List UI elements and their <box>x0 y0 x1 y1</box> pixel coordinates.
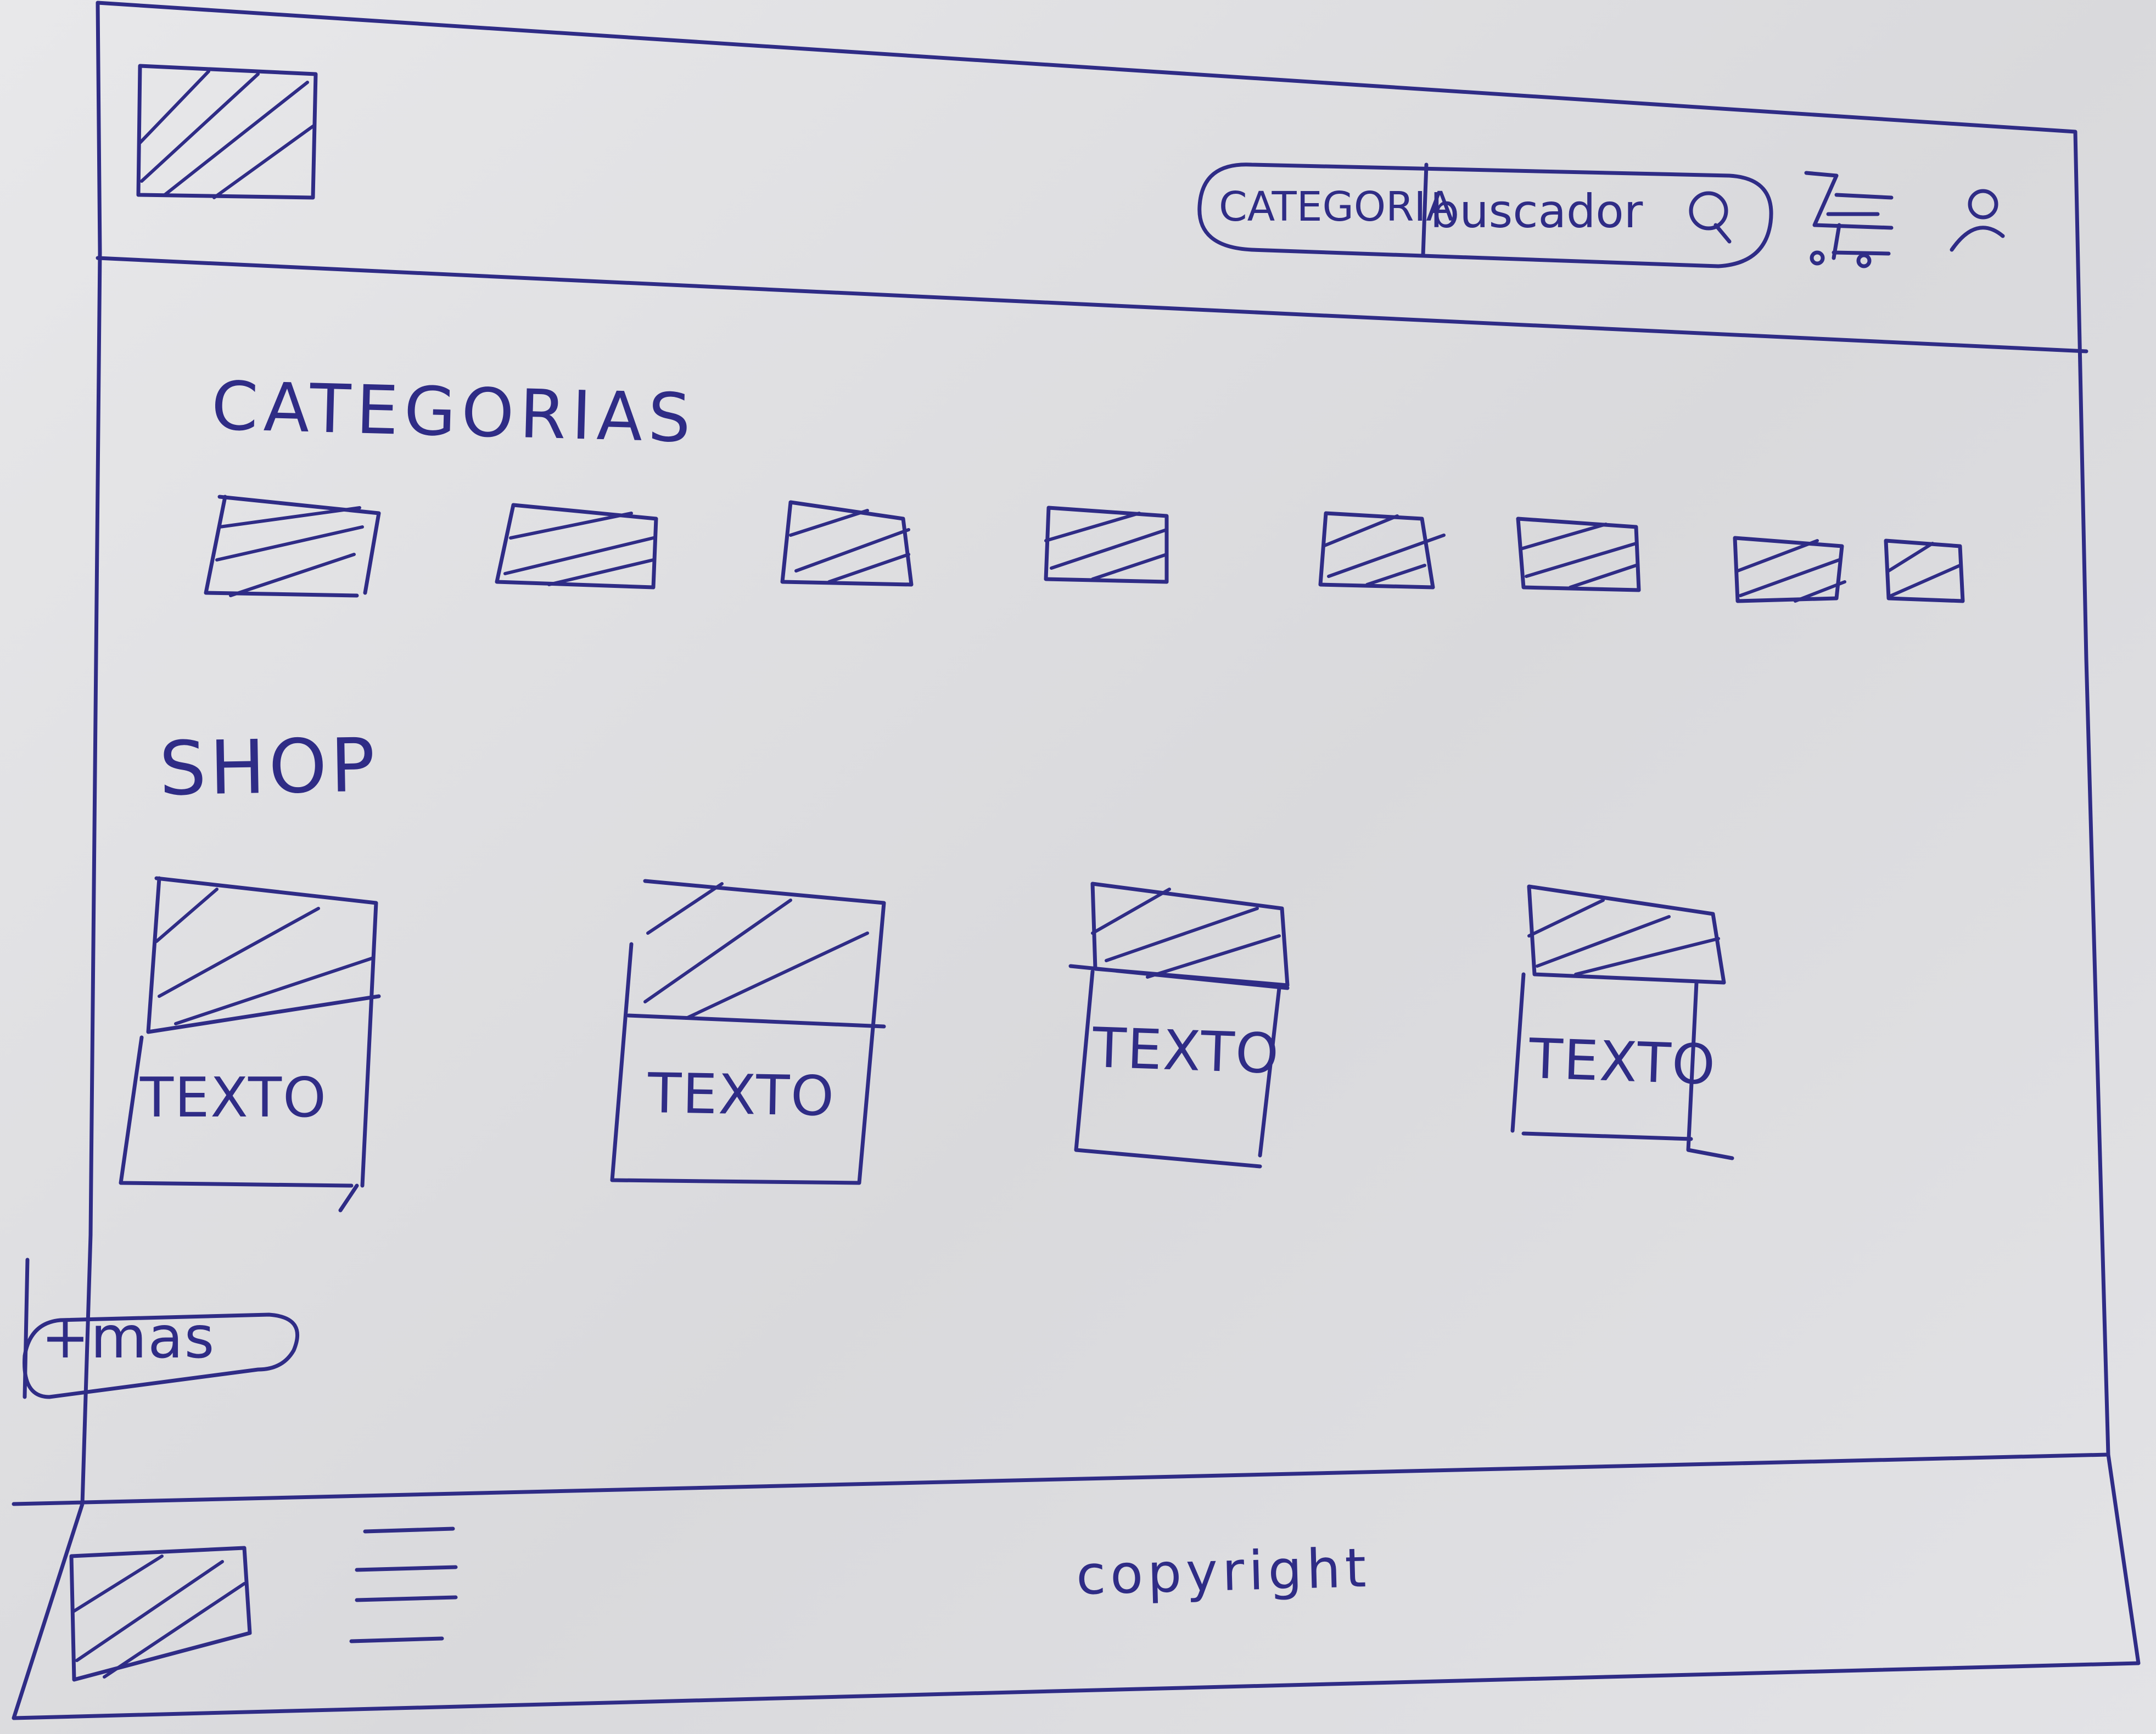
product-card-2-link[interactable] <box>612 881 884 1183</box>
user-account-button[interactable] <box>1949 184 2009 255</box>
cart-button[interactable] <box>1801 167 1894 269</box>
copyright-text: copyright <box>1075 1537 1371 1607</box>
footer-logo-link[interactable] <box>71 1548 250 1680</box>
search-button[interactable] <box>1691 181 1740 242</box>
category-item[interactable] <box>1046 508 1167 582</box>
category-item[interactable] <box>1735 538 1845 601</box>
category-item[interactable] <box>206 497 379 596</box>
product-card-1-link[interactable] <box>121 878 379 1210</box>
product-card-4-link[interactable] <box>1513 886 1732 1158</box>
category-item[interactable] <box>1886 541 1963 601</box>
shop-title: SHOP <box>158 722 379 812</box>
header-divider <box>96 256 2088 353</box>
category-item[interactable] <box>782 502 911 585</box>
product-card-3-link[interactable] <box>1071 884 1287 1166</box>
search-category-select[interactable]: CATEGORIA <box>1219 187 1454 227</box>
category-item[interactable] <box>1320 513 1433 587</box>
more-button[interactable]: +mas <box>41 1309 215 1367</box>
search-input[interactable] <box>1430 181 1644 242</box>
categories-title: CATEGORIAS <box>210 367 697 458</box>
category-item[interactable] <box>497 505 656 587</box>
footer-menu-button[interactable] <box>351 1526 456 1647</box>
category-item[interactable] <box>1518 519 1639 590</box>
logo-link[interactable] <box>140 66 316 198</box>
